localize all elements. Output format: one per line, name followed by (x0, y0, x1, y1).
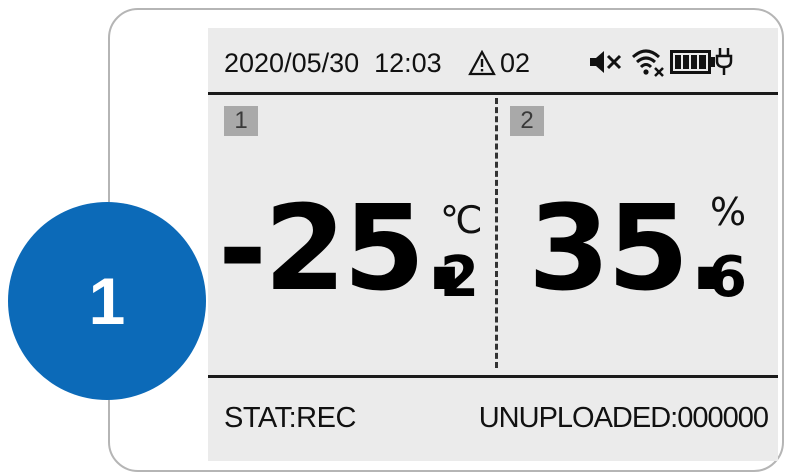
recording-status: STAT:REC (224, 402, 356, 434)
channel-divider (495, 98, 498, 368)
alarm-count: 02 (500, 48, 531, 78)
unuploaded-count: UNUPLOADED:000000 (478, 402, 769, 434)
battery-full-icon (670, 50, 715, 74)
warning-triangle-icon (468, 50, 496, 76)
humidity-unit: % (710, 190, 747, 234)
mute-icon (590, 51, 622, 73)
channel-1-badge: 1 (224, 106, 258, 136)
footer-bar: STAT:REC UNUPLOADED:000000 (208, 378, 778, 461)
datetime-readout: 2020/05/30 12:03 (224, 48, 442, 78)
humidity-integer: 35. (528, 179, 731, 317)
plug-icon (715, 48, 733, 75)
temperature-decimal: 2 (440, 245, 479, 310)
status-bar: 2020/05/30 12:03 02 (208, 28, 778, 92)
callout-marker: 1 (8, 202, 206, 400)
humidity-decimal: 6 (708, 245, 747, 310)
lcd-screen: 2020/05/30 12:03 02 1 2 -25. ℃ 2 35. % 6… (208, 28, 778, 461)
top-separator (208, 92, 778, 95)
temperature-unit: ℃ (440, 198, 483, 242)
temperature-integer: -25. (218, 179, 467, 317)
channel-2-badge: 2 (510, 106, 544, 136)
wifi-off-icon (631, 49, 664, 77)
